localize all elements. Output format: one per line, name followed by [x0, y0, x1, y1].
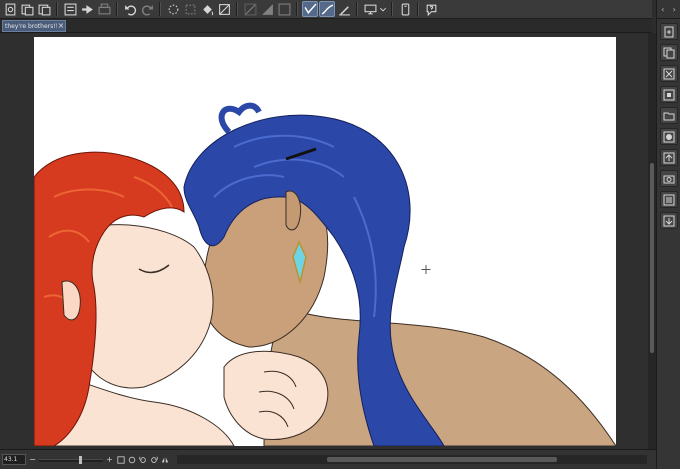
deselect-icon[interactable]	[216, 1, 232, 17]
line-vector-icon[interactable]	[302, 1, 318, 17]
dropdown-chevron-icon[interactable]	[379, 1, 387, 17]
screen-mode-icon[interactable]	[362, 1, 378, 17]
horizontal-scrollbar[interactable]	[177, 455, 647, 464]
new-layer-icon[interactable]	[659, 23, 678, 40]
horizontal-scroll-thumb[interactable]	[327, 457, 557, 462]
toolbar-divider	[159, 2, 161, 16]
toolbar-divider	[417, 2, 419, 16]
import-icon[interactable]	[62, 1, 78, 17]
close-icon[interactable]: ×	[57, 22, 65, 30]
layer-folder-icon[interactable]	[659, 107, 678, 124]
toolbar-divider	[56, 2, 58, 16]
layer-up-icon[interactable]	[659, 149, 678, 166]
zoom-level-field[interactable]: 43.1	[2, 454, 26, 465]
chevron-right-icon[interactable]: ›	[673, 5, 676, 14]
document-tab-strip: they're brothers!! ×	[0, 19, 652, 33]
open-file-icon[interactable]	[19, 1, 35, 17]
drawing-canvas[interactable]	[34, 37, 616, 446]
rotate-right-icon[interactable]	[149, 454, 158, 465]
toolbar-divider	[391, 2, 393, 16]
zoom-in-button[interactable]: +	[105, 454, 114, 465]
document-tab[interactable]: they're brothers!! ×	[2, 20, 66, 32]
canvas-viewport[interactable]	[0, 33, 648, 449]
rotate-left-icon[interactable]	[138, 454, 147, 465]
zoom-slider-track	[39, 459, 103, 462]
fit-view-icon[interactable]	[116, 454, 125, 465]
toolbar-divider	[296, 2, 298, 16]
layer-export-icon[interactable]	[659, 212, 678, 229]
select-all-icon[interactable]	[182, 1, 198, 17]
export-icon[interactable]	[79, 1, 95, 17]
pen-pressure-icon[interactable]	[336, 1, 352, 17]
camera-icon[interactable]	[659, 170, 678, 187]
print-icon[interactable]	[96, 1, 112, 17]
new-canvas-icon[interactable]	[2, 1, 18, 17]
brush-select-icon[interactable]	[319, 1, 335, 17]
device-icon[interactable]	[397, 1, 413, 17]
transform-icon[interactable]	[242, 1, 258, 17]
right-dock-panel: ‹ ›	[656, 0, 680, 469]
app-window: they're brothers!! × ‹ › 43.1 − +	[0, 0, 680, 469]
toolbar-divider	[356, 2, 358, 16]
save-icon[interactable]	[36, 1, 52, 17]
toolbar-divider	[116, 2, 118, 16]
vertical-scroll-thumb[interactable]	[650, 163, 654, 353]
command-bar	[0, 0, 652, 19]
vertical-scrollbar[interactable]	[648, 33, 656, 449]
zoom-out-button[interactable]: −	[28, 454, 37, 465]
help-icon[interactable]	[423, 1, 439, 17]
merge-layer-icon[interactable]	[659, 86, 678, 103]
undo-icon[interactable]	[122, 1, 138, 17]
layer-mask-icon[interactable]	[659, 128, 678, 145]
hand	[223, 350, 329, 441]
copy-layer-icon[interactable]	[659, 44, 678, 61]
chevron-left-icon[interactable]: ‹	[661, 5, 664, 14]
document-tab-title: they're brothers!!	[5, 22, 57, 30]
clear-icon[interactable]	[165, 1, 181, 17]
status-bar: 43.1 − +	[0, 449, 656, 469]
zoom-slider-knob[interactable]	[79, 456, 82, 464]
artwork	[34, 102, 616, 446]
actual-size-icon[interactable]	[127, 454, 136, 465]
flip-horizontal-icon[interactable]	[160, 454, 169, 465]
frame-icon[interactable]	[276, 1, 292, 17]
fill-icon[interactable]	[199, 1, 215, 17]
delete-layer-icon[interactable]	[659, 65, 678, 82]
redo-icon[interactable]	[139, 1, 155, 17]
cursor-crosshair-icon	[421, 265, 431, 274]
layer-list-icon[interactable]	[659, 191, 678, 208]
toolbar-divider	[236, 2, 238, 16]
ruler-icon[interactable]	[259, 1, 275, 17]
panel-collapse-bar[interactable]: ‹ ›	[657, 0, 680, 19]
zoom-slider[interactable]	[39, 454, 103, 465]
